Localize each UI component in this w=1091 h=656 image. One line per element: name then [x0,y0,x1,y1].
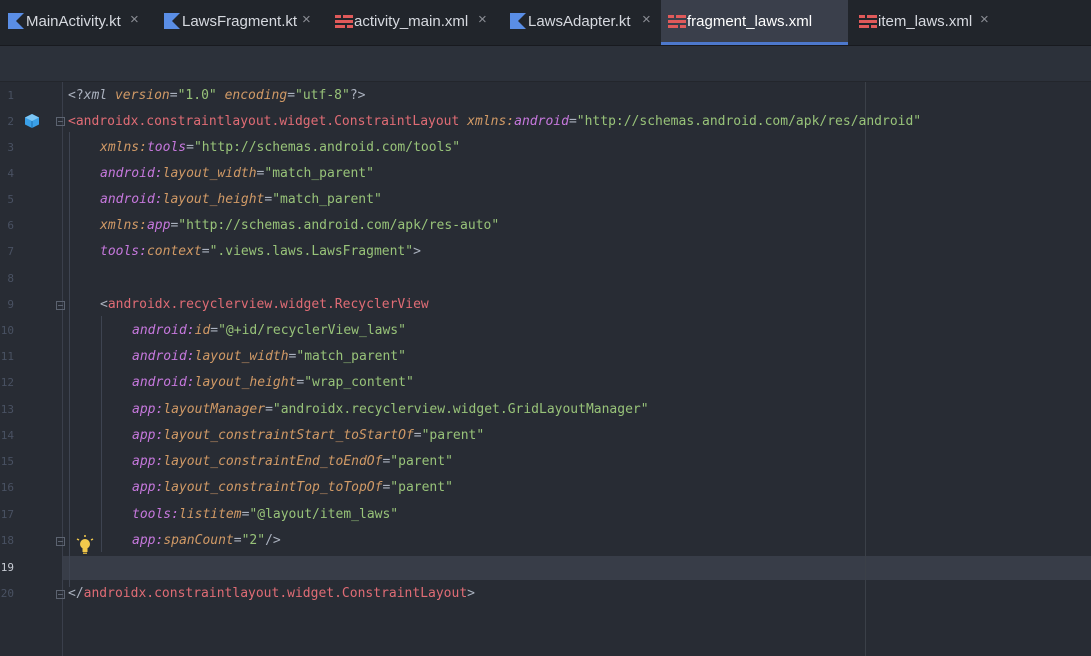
tab-fragment-laws-xml[interactable]: fragment_laws.xml [661,0,848,45]
indent-guide [69,132,70,587]
kotlin-file-icon [8,13,24,29]
line-number: 6 [7,219,14,232]
line-number: 18 [0,534,14,547]
fold-marker-icon[interactable] [56,117,65,126]
tab-label: MainActivity.kt [26,13,121,30]
tab-label: activity_main.xml [354,13,469,30]
line-number: 9 [7,298,14,311]
tab-label: LawsAdapter.kt [528,13,631,30]
tab-label: LawsFragment.kt [182,13,298,30]
code-line-15[interactable]: app:layout_constraintEnd_toEndOf="parent… [132,454,453,469]
fold-marker-icon[interactable] [56,301,65,310]
close-icon[interactable]: × [642,11,651,28]
close-icon[interactable]: × [980,11,989,28]
close-icon[interactable]: × [130,11,139,28]
line-number: 7 [7,245,14,258]
layout-xml-icon [335,15,353,28]
line-number: 16 [0,481,14,494]
tab-mainactivity-kt[interactable]: MainActivity.kt × [0,0,152,45]
line-number: 13 [0,403,14,416]
code-line-1[interactable]: <?xml version="1.0" encoding="utf-8"?> [68,88,365,103]
line-number: 3 [7,141,14,154]
layout-xml-icon [859,15,877,28]
line-number: 20 [0,587,14,600]
line-number: 12 [0,376,14,389]
line-number: 10 [0,324,14,337]
tab-lawsfragment-kt[interactable]: LawsFragment.kt × [156,0,318,45]
line-number: 8 [7,272,14,285]
right-margin-guide [865,82,866,656]
tab-label: fragment_laws.xml [687,13,813,30]
line-number: 2 [7,115,14,128]
code-line-14[interactable]: app:layout_constraintStart_toStartOf="pa… [132,428,484,443]
line-number: 4 [7,167,14,180]
line-number: 11 [0,350,14,363]
breadcrumb-bar [0,46,1091,82]
layout-xml-icon [668,15,686,28]
fold-marker-icon[interactable] [56,537,65,546]
line-number-current: 19 [0,561,14,574]
tab-item-laws-xml[interactable]: item_laws.xml × [852,0,1000,45]
current-line-highlight [0,556,1091,580]
code-line-4[interactable]: android:layout_width="match_parent" [100,166,374,181]
code-line-16[interactable]: app:layout_constraintTop_toTopOf="parent… [132,480,453,495]
line-number: 5 [7,193,14,206]
code-line-6[interactable]: xmlns:app="http://schemas.android.com/ap… [100,218,499,233]
close-icon[interactable]: × [478,11,487,28]
code-line-10[interactable]: android:id="@+id/recyclerView_laws" [132,323,406,338]
editor-tab-bar: MainActivity.kt × LawsFragment.kt × acti… [0,0,1091,46]
line-number: 15 [0,455,14,468]
close-icon[interactable]: × [302,11,311,28]
kotlin-file-icon [164,13,180,29]
lightbulb-icon[interactable] [76,535,94,555]
code-line-18[interactable]: app:spanCount="2"/> [132,533,281,548]
code-line-12[interactable]: android:layout_height="wrap_content" [132,375,414,390]
code-line-20[interactable]: </androidx.constraintlayout.widget.Const… [68,586,475,601]
code-line-3[interactable]: xmlns:tools="http://schemas.android.com/… [100,140,460,155]
tab-label: item_laws.xml [878,13,973,30]
tab-lawsadapter-kt[interactable]: LawsAdapter.kt × [502,0,660,45]
code-line-2[interactable]: <androidx.constraintlayout.widget.Constr… [68,114,921,129]
code-line-7[interactable]: tools:context=".views.laws.LawsFragment"… [100,244,421,259]
code-line-17[interactable]: tools:listitem="@layout/item_laws" [132,507,398,522]
indent-guide [101,316,102,552]
fold-marker-icon[interactable] [56,590,65,599]
code-line-5[interactable]: android:layout_height="match_parent" [100,192,382,207]
tab-activity-main-xml[interactable]: activity_main.xml × [328,0,498,45]
kotlin-file-icon [510,13,526,29]
line-number: 1 [7,89,14,102]
code-line-13[interactable]: app:layoutManager="androidx.recyclerview… [132,402,649,417]
line-number: 14 [0,429,14,442]
component-cube-icon[interactable] [24,113,40,129]
code-line-11[interactable]: android:layout_width="match_parent" [132,349,406,364]
code-line-9[interactable]: <androidx.recyclerview.widget.RecyclerVi… [100,297,429,312]
line-number: 17 [0,508,14,521]
